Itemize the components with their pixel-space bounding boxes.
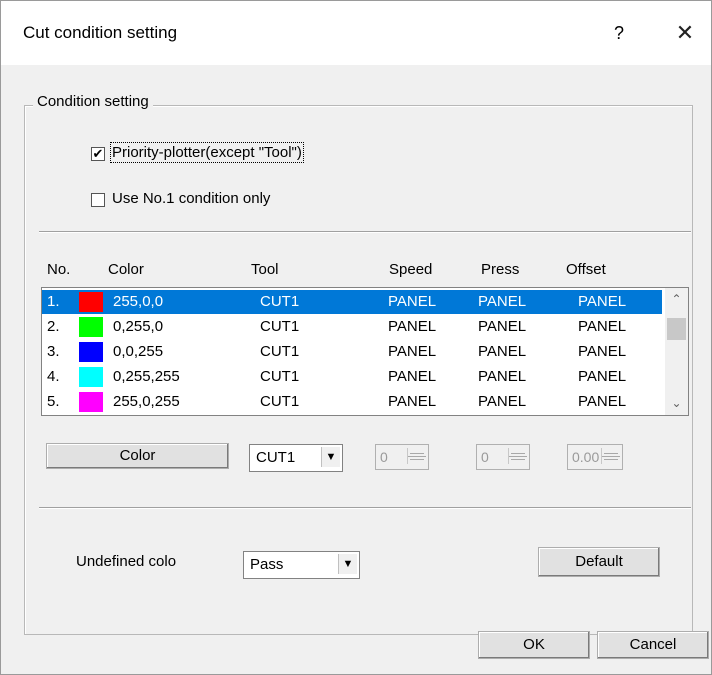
press-value: 0 [481, 449, 489, 465]
help-button[interactable]: ? [602, 15, 636, 51]
row-tool: CUT1 [260, 293, 300, 310]
color-swatch [79, 342, 103, 362]
row-speed: PANEL [388, 343, 437, 360]
row-press: PANEL [478, 318, 527, 335]
row-press: PANEL [478, 393, 527, 410]
color-swatch [79, 392, 103, 412]
row-no: 1. [47, 293, 60, 310]
row-press: PANEL [478, 368, 527, 385]
offset-value: 0.00 [572, 449, 600, 465]
row-speed: PANEL [388, 368, 437, 385]
row-no: 4. [47, 368, 60, 385]
press-spin-icon[interactable] [508, 448, 527, 464]
speed-value: 0 [380, 449, 388, 465]
table-row[interactable]: 1. 255,0,0 CUT1 PANEL PANEL PANEL [42, 290, 662, 314]
row-tool: CUT1 [260, 343, 300, 360]
ok-button[interactable]: OK [478, 631, 590, 659]
header-speed: Speed [389, 261, 433, 278]
title-bar: Cut condition setting ? ✕ [1, 1, 711, 65]
condition-list[interactable]: 1. 255,0,0 CUT1 PANEL PANEL PANEL 2. 0,255,0 CUT… [41, 287, 689, 416]
use-no1-checkbox[interactable] [91, 193, 105, 207]
separator-bottom [39, 507, 691, 509]
default-button[interactable]: Default [538, 547, 660, 577]
row-offset: PANEL [578, 343, 627, 360]
color-swatch [79, 292, 103, 312]
row-no: 3. [47, 343, 60, 360]
header-tool: Tool [251, 261, 279, 278]
condition-setting-label: Condition setting [33, 93, 153, 110]
row-tool: CUT1 [260, 393, 300, 410]
row-speed: PANEL [388, 318, 437, 335]
dialog-body: Condition setting ✔ Priority-plotter(exc… [1, 65, 711, 674]
table-row[interactable]: 3. 0,0,255 CUT1 PANEL PANEL PANEL [42, 340, 662, 364]
row-speed: PANEL [388, 393, 437, 410]
table-row[interactable]: 4. 0,255,255 CUT1 PANEL PANEL PANEL [42, 365, 662, 389]
scroll-up-icon[interactable]: ⌃ [665, 288, 688, 310]
header-offset: Offset [566, 261, 606, 278]
row-speed: PANEL [388, 293, 437, 310]
scroll-down-icon[interactable]: ⌄ [665, 392, 688, 414]
table-row[interactable]: 2. 0,255,0 CUT1 PANEL PANEL PANEL [42, 315, 662, 339]
row-color-value: 0,0,255 [113, 343, 164, 360]
row-tool: CUT1 [260, 318, 300, 335]
row-offset: PANEL [578, 368, 627, 385]
row-press: PANEL [478, 293, 527, 310]
speed-spinner[interactable]: 0 [375, 444, 429, 470]
separator-top [39, 231, 691, 233]
row-color-value: 0,255,255 [113, 368, 180, 385]
offset-spin-icon[interactable] [601, 448, 620, 464]
row-color-value: 255,0,255 [113, 393, 180, 410]
use-no1-label[interactable]: Use No.1 condition only [112, 190, 270, 207]
table-row[interactable]: 5. 255,0,255 CUT1 PANEL PANEL PANEL [42, 390, 662, 414]
cancel-button[interactable]: Cancel [597, 631, 709, 659]
header-press: Press [481, 261, 520, 278]
press-spinner[interactable]: 0 [476, 444, 530, 470]
priority-plotter-label[interactable]: Priority-plotter(except "Tool") [110, 142, 304, 163]
row-no: 2. [47, 318, 60, 335]
header-no: No. [47, 261, 71, 278]
header-color: Color [108, 261, 144, 278]
color-button[interactable]: Color [46, 443, 229, 469]
tool-select-value: CUT1 [256, 449, 296, 466]
row-offset: PANEL [578, 393, 627, 410]
row-offset: PANEL [578, 293, 627, 310]
row-color-value: 0,255,0 [113, 318, 164, 335]
speed-spin-icon[interactable] [407, 448, 426, 464]
list-scrollbar[interactable]: ⌃ ⌄ [665, 288, 688, 415]
color-swatch [79, 317, 103, 337]
color-swatch [79, 367, 103, 387]
row-color-value: 255,0,0 [113, 293, 164, 310]
row-tool: CUT1 [260, 368, 300, 385]
undefined-color-label: Undefined colo [76, 553, 177, 570]
offset-spinner[interactable]: 0.00 [567, 444, 623, 470]
row-press: PANEL [478, 343, 527, 360]
cut-condition-dialog: Cut condition setting ? ✕ Condition sett… [0, 0, 712, 675]
row-offset: PANEL [578, 318, 627, 335]
dialog-title: Cut condition setting [23, 23, 178, 42]
tool-dropdown-icon[interactable]: ▼ [321, 447, 340, 467]
priority-plotter-checkbox[interactable]: ✔ [91, 147, 105, 161]
row-no: 5. [47, 393, 60, 410]
undefined-select-value: Pass [250, 556, 284, 573]
undefined-dropdown-icon[interactable]: ▼ [338, 554, 357, 574]
close-button[interactable]: ✕ [667, 15, 703, 51]
scroll-thumb[interactable] [667, 318, 686, 340]
undefined-color-select[interactable]: Pass ▼ [243, 551, 360, 579]
tool-select[interactable]: CUT1 ▼ [249, 444, 343, 472]
